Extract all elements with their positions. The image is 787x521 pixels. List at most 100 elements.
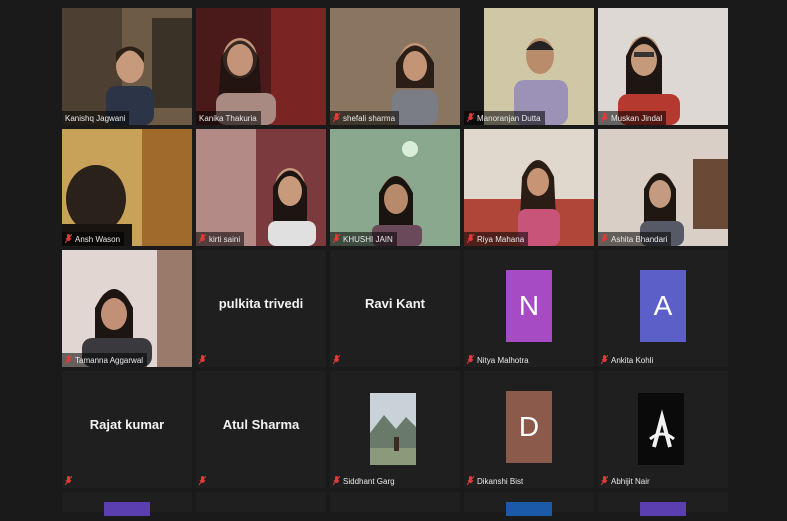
participant-name-bar: Abhijit Nair xyxy=(598,474,654,488)
participant-name-bar: Kanishq Jagwani xyxy=(62,111,130,125)
participant-tile[interactable]: KHUSHI JAIN xyxy=(330,129,460,246)
video-feed xyxy=(196,8,326,125)
participant-name: Siddhant Garg xyxy=(343,476,395,486)
participant-display-name: Rajat kumar xyxy=(89,417,165,432)
participant-name-bar xyxy=(330,353,344,367)
participant-name-bar: kirti saini xyxy=(196,232,245,246)
participant-name: kirti saini xyxy=(209,234,241,244)
avatar: N xyxy=(506,270,552,342)
video-feed xyxy=(464,8,594,125)
participant-name: Ashita Bhandari xyxy=(611,234,668,244)
participant-tile[interactable]: D Dikanshi Bist xyxy=(464,371,594,488)
avatar: D xyxy=(506,391,552,463)
avatar xyxy=(506,502,552,516)
participant-tile[interactable]: Rajat kumar xyxy=(62,371,192,488)
participant-tile[interactable]: Kanishq Jagwani xyxy=(62,8,192,125)
participant-name-bar: shefali sharma xyxy=(330,111,400,125)
participant-name: Dikanshi Bist xyxy=(477,476,524,486)
mic-muted-icon xyxy=(65,476,72,486)
participant-tile[interactable]: pulkita trivedi xyxy=(196,250,326,367)
video-feed xyxy=(598,129,728,246)
participant-name: Tamanna Aggarwal xyxy=(75,355,144,365)
participant-name-bar xyxy=(196,474,210,488)
mic-muted-icon xyxy=(199,476,206,486)
participant-name-bar xyxy=(62,474,76,488)
video-feed xyxy=(464,129,594,246)
participant-tile[interactable]: Manoranjan Dutta xyxy=(464,8,594,125)
mic-muted-icon xyxy=(65,234,72,244)
participant-tile[interactable]: Riya Mahana xyxy=(464,129,594,246)
participant-tile-partial[interactable] xyxy=(464,492,594,516)
participant-name-bar: Riya Mahana xyxy=(464,232,529,246)
participant-tile[interactable]: Tamanna Aggarwal xyxy=(62,250,192,367)
participant-tile[interactable]: Siddhant Garg xyxy=(330,371,460,488)
avatar xyxy=(640,502,686,516)
participant-name: Riya Mahana xyxy=(477,234,525,244)
participant-tile-partial[interactable] xyxy=(62,492,192,516)
participant-name-bar: Manoranjan Dutta xyxy=(464,111,545,125)
video-feed xyxy=(330,129,460,246)
participant-name-bar: Kanika Thakuria xyxy=(196,111,261,125)
participant-name: Nitya Malhotra xyxy=(477,355,529,365)
participant-name: Kanika Thakuria xyxy=(199,113,257,123)
mic-muted-icon xyxy=(333,476,340,486)
mic-muted-icon xyxy=(333,234,340,244)
participant-name: shefali sharma xyxy=(343,113,396,123)
participant-name-bar: Tamanna Aggarwal xyxy=(62,353,148,367)
mic-muted-icon xyxy=(467,355,474,365)
participant-name: Abhijit Nair xyxy=(611,476,650,486)
participant-tile[interactable]: Abhijit Nair xyxy=(598,371,728,488)
participant-display-name: Ravi Kant xyxy=(365,296,425,311)
avatar-initial: A xyxy=(653,290,673,321)
participant-name: KHUSHI JAIN xyxy=(343,234,393,244)
participant-name-bar: KHUSHI JAIN xyxy=(330,232,397,246)
participant-name-bar: Dikanshi Bist xyxy=(464,474,527,488)
participant-name: Ansh Wason xyxy=(75,234,121,244)
participant-tile[interactable]: Ashita Bhandari xyxy=(598,129,728,246)
participant-name: Kanishq Jagwani xyxy=(65,113,126,123)
participant-name-bar: Ansh Wason xyxy=(62,232,125,246)
mic-muted-icon xyxy=(601,355,608,365)
participant-name-bar: Muskan Jindal xyxy=(598,111,667,125)
participant-tile[interactable]: Ravi Kant xyxy=(330,250,460,367)
participant-tile[interactable]: Atul Sharma xyxy=(196,371,326,488)
profile-photo xyxy=(370,393,416,465)
mic-muted-icon xyxy=(467,113,474,123)
mic-muted-icon xyxy=(199,355,206,365)
mic-muted-icon xyxy=(467,234,474,244)
participant-tile[interactable]: Kanika Thakuria xyxy=(196,8,326,125)
video-feed xyxy=(62,129,192,246)
participant-name: Ankita Kohli xyxy=(611,355,654,365)
participant-name-bar: Ankita Kohli xyxy=(598,353,657,367)
participant-tile[interactable]: shefali sharma xyxy=(330,8,460,125)
video-feed xyxy=(196,129,326,246)
mic-muted-icon xyxy=(65,355,72,365)
participant-tile[interactable]: A Ankita Kohli xyxy=(598,250,728,367)
participant-name-bar: Siddhant Garg xyxy=(330,474,399,488)
participant-display-name: pulkita trivedi xyxy=(218,296,304,311)
avatar xyxy=(104,502,150,516)
avatar: A xyxy=(640,270,686,342)
mic-muted-icon xyxy=(601,476,608,486)
mic-muted-icon xyxy=(467,476,474,486)
participant-name: Manoranjan Dutta xyxy=(477,113,541,123)
participant-tile[interactable]: kirti saini xyxy=(196,129,326,246)
video-feed xyxy=(598,8,728,125)
participant-tile-partial[interactable] xyxy=(330,492,460,512)
mic-muted-icon xyxy=(601,234,608,244)
participant-tile-partial[interactable] xyxy=(196,492,326,512)
profile-logo-icon xyxy=(638,393,684,465)
participant-tile[interactable]: N Nitya Malhotra xyxy=(464,250,594,367)
avatar-initial: D xyxy=(518,411,540,442)
participant-tile-partial[interactable] xyxy=(598,492,728,516)
mic-muted-icon xyxy=(333,355,340,365)
participant-name-bar: Ashita Bhandari xyxy=(598,232,672,246)
participant-display-name: Atul Sharma xyxy=(222,417,300,432)
video-feed xyxy=(62,8,192,125)
mic-muted-icon xyxy=(199,234,206,244)
video-feed xyxy=(62,250,192,367)
participant-tile[interactable]: Muskan Jindal xyxy=(598,8,728,125)
participant-name-bar: Nitya Malhotra xyxy=(464,353,533,367)
mic-muted-icon xyxy=(333,113,340,123)
participant-tile[interactable]: Ansh Wason xyxy=(62,129,192,246)
